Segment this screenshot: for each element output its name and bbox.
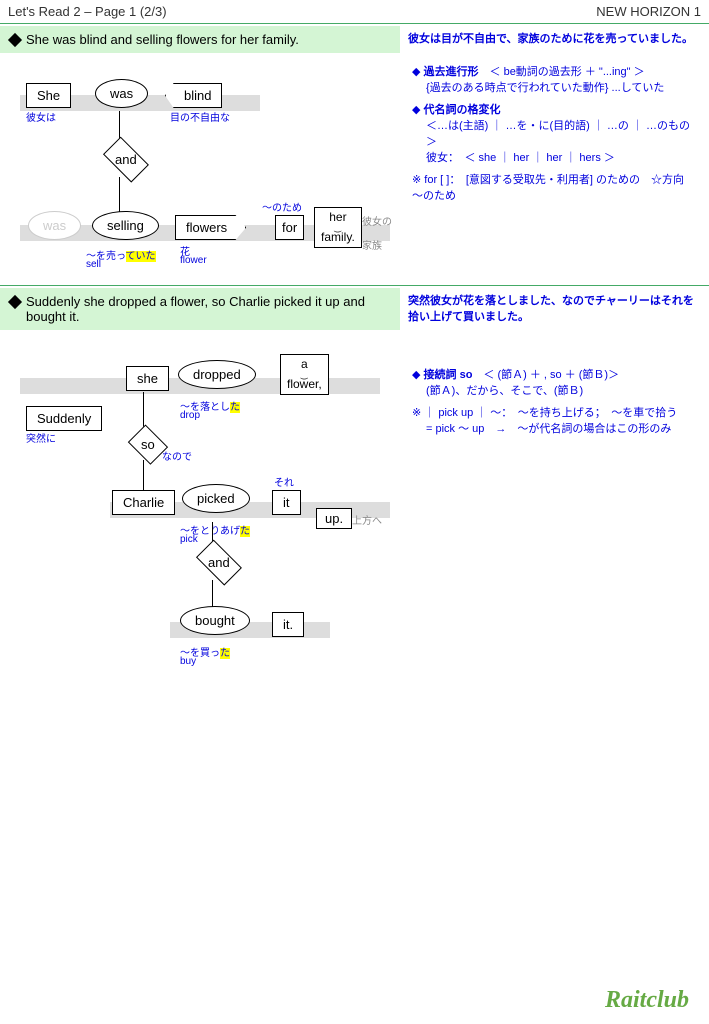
anno-she: 彼女は <box>26 109 56 124</box>
word-she: she <box>126 366 169 391</box>
word-and: and <box>103 137 149 183</box>
anno-flower: flower <box>180 255 207 266</box>
anno-blind: 目の不自由な <box>170 109 230 124</box>
anno-family: 家族 <box>362 237 382 252</box>
word-it1: it <box>272 490 301 515</box>
word-and: and <box>196 540 242 586</box>
word-charlie: Charlie <box>112 490 175 515</box>
sentence-1-jp: 彼女は目が不自由で、家族のために花を売っていました。 <box>400 26 709 53</box>
word-was2: was <box>28 211 81 240</box>
sentence-2-jp: 突然彼女が花を落としました、なのでチャーリーはそれを拾い上げて買いました。 <box>400 288 709 330</box>
diagram-2: Suddenly 突然に she dropped ～を落とした drop a ⏝… <box>0 330 400 700</box>
diagram-1: She 彼女は was blind 目の不自由な and was selling… <box>0 53 400 283</box>
page-header: Let's Read 2 – Page 1 (2/3) NEW HORIZON … <box>0 0 709 24</box>
word-blind: blind <box>165 83 222 108</box>
sentence-1-en: She was blind and selling flowers for he… <box>0 26 400 53</box>
section-1: She was blind and selling flowers for he… <box>0 26 709 283</box>
anno-sell: sell <box>86 259 101 270</box>
anno-it1: それ <box>274 474 294 489</box>
sentence-2-text: Suddenly she dropped a flower, so Charli… <box>26 294 390 324</box>
header-left: Let's Read 2 – Page 1 (2/3) <box>8 4 167 19</box>
header-right: NEW HORIZON 1 <box>596 4 701 19</box>
notes-1: ◆ 過去進行形 ＜ be動詞の過去形 ＋ "...ing" ＞ {過去のある時点… <box>400 53 709 283</box>
word-she: She <box>26 83 71 108</box>
notes-2: ◆ 接続詞 so ＜ (節Ａ) ＋ , so ＋ (節Ｂ)＞ (節Ａ)、だから、… <box>400 330 709 700</box>
word-picked: picked <box>182 484 250 513</box>
bullet-icon <box>8 33 22 47</box>
anno-so: なので <box>162 448 192 463</box>
word-a-flower: a ⏝ flower, <box>280 354 329 395</box>
bullet-icon <box>8 295 22 309</box>
word-flowers: flowers <box>175 215 246 240</box>
section-2: Suddenly she dropped a flower, so Charli… <box>0 288 709 700</box>
word-was: was <box>95 79 148 108</box>
word-bought: bought <box>180 606 250 635</box>
word-suddenly: Suddenly <box>26 406 102 431</box>
word-up: up. <box>316 508 352 529</box>
word-her-family: her ⏝ family. <box>314 207 362 248</box>
sentence-1-text: She was blind and selling flowers for he… <box>26 32 299 47</box>
anno-drop: drop <box>180 410 200 421</box>
word-selling: selling <box>92 211 159 240</box>
sentence-2-en: Suddenly she dropped a flower, so Charli… <box>0 288 400 330</box>
anno-her: 彼女の <box>362 213 392 228</box>
word-for: for <box>275 215 304 240</box>
word-it2: it. <box>272 612 304 637</box>
anno-up: 上方へ <box>352 512 382 527</box>
anno-for: ～のため <box>262 199 302 214</box>
word-dropped: dropped <box>178 360 256 389</box>
footer-logo: Raitclub <box>605 987 689 1014</box>
anno-buy: buy <box>180 656 196 667</box>
anno-pick: pick <box>180 534 198 545</box>
anno-suddenly: 突然に <box>26 430 56 445</box>
